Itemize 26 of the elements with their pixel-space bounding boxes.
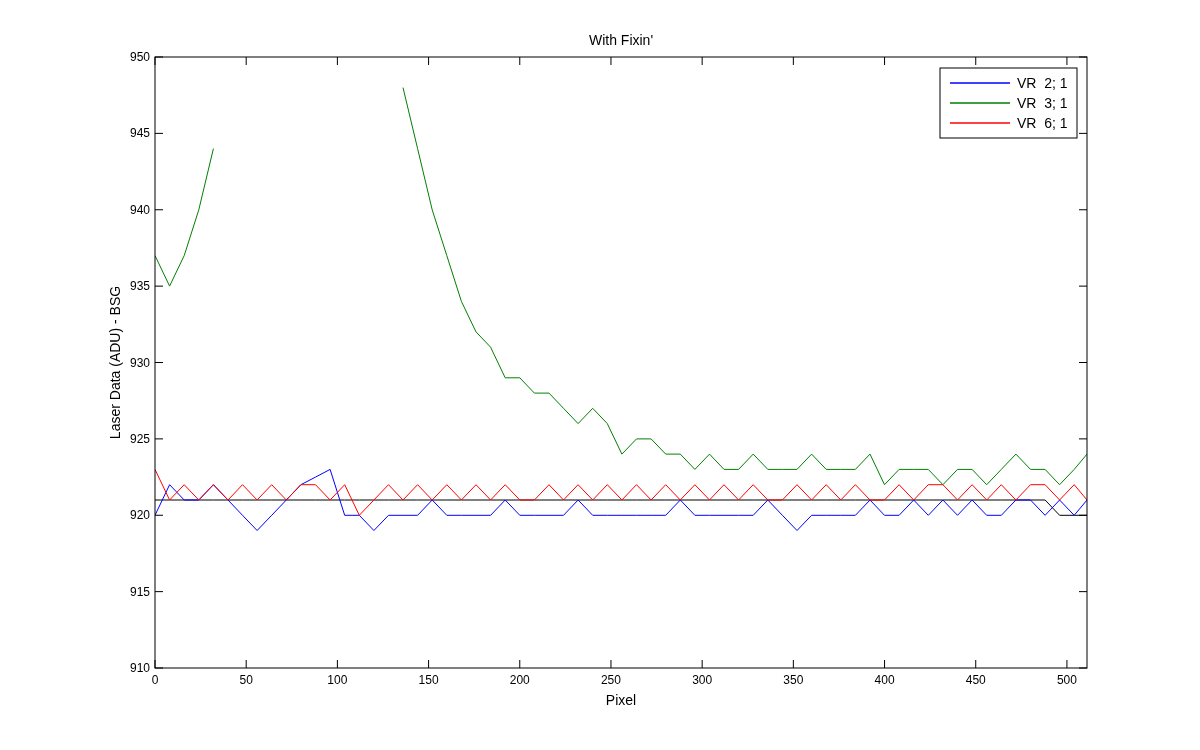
tick-label: 450	[965, 673, 986, 687]
chart-title: With Fixin'	[588, 32, 654, 48]
y-axis-label: Laser Data (ADU) - BSG	[107, 285, 123, 440]
tick-label: 350	[783, 673, 804, 687]
tick-label: 915	[129, 584, 150, 599]
tick-label: 950	[129, 50, 150, 64]
legend-label: VR 2; 1	[1017, 75, 1068, 91]
legend-label: VR 6; 1	[1017, 115, 1068, 131]
tick-label: 100	[327, 673, 348, 687]
tick-label: 920	[129, 508, 150, 523]
tick-label: 910	[129, 661, 150, 675]
tick-label: 945	[129, 126, 150, 141]
x-axis-label: Pixel	[605, 692, 637, 708]
tick-label: 935	[129, 279, 150, 294]
tick-label: 150	[418, 673, 439, 687]
tick-label: 925	[129, 431, 150, 446]
tick-label: 930	[129, 355, 150, 370]
tick-label: 200	[509, 673, 530, 687]
tick-label: 50	[239, 673, 253, 687]
tick-label: 0	[151, 673, 159, 687]
tick-label: 250	[600, 673, 621, 687]
legend-label: VR 3; 1	[1017, 95, 1068, 111]
tick-label: 940	[129, 202, 150, 217]
tick-label: 400	[874, 673, 895, 687]
tick-label: 300	[692, 673, 713, 687]
tick-label: 500	[1056, 673, 1077, 687]
